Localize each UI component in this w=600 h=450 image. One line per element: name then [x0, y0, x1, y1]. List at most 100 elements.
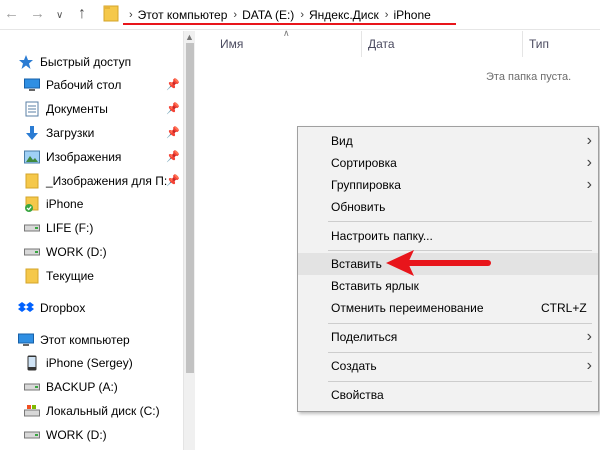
breadcrumb-yandex-disk[interactable]: Яндекс.Диск [309, 8, 379, 22]
sidebar-label: Рабочий стол [46, 78, 122, 92]
red-arrow-annotation [386, 250, 491, 276]
menu-item-label: Вставить [331, 257, 382, 271]
pin-icon[interactable]: 📌 [166, 102, 180, 115]
breadcrumb-chevron-icon: › [233, 9, 238, 21]
sidebar-label: Загрузки [46, 126, 95, 140]
menu-item-refresh[interactable]: Обновить [298, 196, 598, 218]
sidebar-quick-access[interactable]: Быстрый доступ [18, 51, 131, 73]
sidebar-item-pictures[interactable]: Изображения [24, 146, 121, 168]
sidebar-item-downloads[interactable]: Загрузки [24, 122, 94, 144]
dropbox-icon [18, 300, 34, 316]
sidebar-label: _Изображения для П: [46, 174, 168, 188]
breadcrumb-chevron-icon: › [384, 9, 389, 21]
keyboard-shortcut: CTRL+Z [541, 301, 587, 315]
menu-item-share[interactable]: Поделиться › [298, 326, 598, 348]
breadcrumb[interactable]: › Этот компьютер › DATA (E:) › Яндекс.Ди… [123, 6, 431, 24]
sidebar-label: iPhone [46, 197, 84, 211]
menu-item-create[interactable]: Создать › [298, 355, 598, 377]
menu-item-label: Вид [331, 134, 353, 148]
menu-item-customize-folder[interactable]: Настроить папку... [298, 225, 598, 247]
sidebar-label: iPhone (Sergey) [46, 356, 133, 370]
navigation-pane: Быстрый доступ Рабочий стол 📌 Документы … [0, 31, 183, 450]
sidebar-label: WORK (D:) [46, 245, 107, 259]
menu-separator [328, 323, 592, 324]
sidebar-item-local-disk-c[interactable]: Локальный диск (C:) [24, 400, 160, 422]
red-underline-annotation [123, 23, 456, 25]
computer-icon [18, 332, 34, 348]
breadcrumb-iphone[interactable]: iPhone [393, 8, 430, 22]
sidebar-label: Изображения [46, 150, 122, 164]
menu-item-sort[interactable]: Сортировка › [298, 152, 598, 174]
scrollbar-thumb[interactable] [186, 43, 194, 373]
sidebar-item-iphone-device[interactable]: iPhone (Sergey) [24, 352, 133, 374]
drive-icon [24, 427, 40, 443]
menu-separator [328, 221, 592, 222]
breadcrumb-data-drive[interactable]: DATA (E:) [242, 8, 294, 22]
sidebar-item-life-drive[interactable]: LIFE (F:) [24, 217, 93, 239]
menu-item-label: Поделиться [331, 330, 398, 344]
sidebar-item-desktop[interactable]: Рабочий стол [24, 74, 121, 96]
sidebar-item-work-drive[interactable]: WORK (D:) [24, 241, 107, 263]
pin-icon[interactable]: 📌 [166, 150, 180, 163]
sidebar-label: Локальный диск (C:) [46, 404, 160, 418]
sort-ascending-icon: ∧ [283, 28, 290, 38]
column-divider[interactable] [522, 31, 523, 57]
column-header-date[interactable]: Дата [368, 37, 395, 51]
sidebar-label: BACKUP (A:) [46, 380, 118, 394]
drive-icon [24, 244, 40, 260]
menu-item-label: Создать [331, 359, 377, 373]
menu-item-label: Обновить [331, 200, 386, 214]
menu-item-view[interactable]: Вид › [298, 130, 598, 152]
pin-icon[interactable]: 📌 [166, 126, 180, 139]
chevron-right-icon: › [586, 176, 592, 193]
menu-item-label: Настроить папку... [331, 229, 433, 243]
column-divider[interactable] [361, 31, 362, 57]
column-header-name[interactable]: Имя [220, 37, 243, 51]
menu-item-group[interactable]: Группировка › [298, 174, 598, 196]
menu-item-label: Свойства [331, 388, 384, 402]
menu-separator [328, 381, 592, 382]
sidebar-item-this-pc[interactable]: Этот компьютер [18, 329, 130, 351]
up-arrow-icon[interactable]: ↑ [78, 4, 86, 24]
folder-icon [24, 173, 40, 189]
address-bar: ← → ∨ ↑ › Этот компьютер › DATA (E:) › Я… [0, 0, 600, 30]
sidebar-item-pictures-folder[interactable]: _Изображения для П: [24, 170, 167, 192]
sidebar-item-backup-drive[interactable]: BACKUP (A:) [24, 376, 118, 398]
sidebar-item-current[interactable]: Текущие [24, 265, 94, 287]
chevron-right-icon: › [586, 357, 592, 374]
desktop-icon [24, 77, 40, 93]
synced-folder-icon [24, 196, 40, 212]
sidebar-label: Dropbox [40, 301, 86, 315]
chevron-down-icon[interactable]: ∨ [56, 6, 63, 26]
downloads-icon [24, 125, 40, 141]
menu-separator [328, 352, 592, 353]
sidebar-label: LIFE (F:) [46, 221, 94, 235]
scroll-up-icon[interactable]: ▲ [185, 32, 194, 42]
sidebar-scrollbar[interactable]: ▲ [183, 31, 195, 450]
sidebar-label: Текущие [46, 269, 94, 283]
drive-icon [24, 220, 40, 236]
sidebar-item-dropbox[interactable]: Dropbox [18, 297, 85, 319]
folder-icon [24, 268, 40, 284]
sidebar-label: WORK (D:) [46, 428, 107, 442]
documents-icon [24, 101, 40, 117]
breadcrumb-this-pc[interactable]: Этот компьютер [138, 8, 228, 22]
chevron-right-icon: › [586, 154, 592, 171]
sidebar-item-work-drive-pc[interactable]: WORK (D:) [24, 424, 107, 446]
sidebar-item-iphone[interactable]: iPhone [24, 193, 83, 215]
menu-item-label: Вставить ярлык [331, 279, 419, 293]
sidebar-item-documents[interactable]: Документы [24, 98, 108, 120]
breadcrumb-chevron-icon: › [129, 9, 133, 21]
sidebar-label: Документы [46, 102, 108, 116]
folder-icon [103, 5, 119, 22]
pin-icon[interactable]: 📌 [166, 78, 180, 91]
back-arrow-icon[interactable]: ← [4, 4, 19, 24]
forward-arrow-icon[interactable]: → [30, 4, 45, 24]
empty-folder-message: Эта папка пуста. [486, 71, 572, 83]
menu-item-undo-rename[interactable]: Отменить переименование CTRL+Z [298, 297, 598, 319]
menu-item-properties[interactable]: Свойства [298, 384, 598, 406]
column-header-type[interactable]: Тип [529, 37, 549, 51]
menu-item-label: Сортировка [331, 156, 397, 170]
pin-icon[interactable]: 📌 [166, 174, 180, 187]
chevron-right-icon: › [586, 328, 592, 345]
